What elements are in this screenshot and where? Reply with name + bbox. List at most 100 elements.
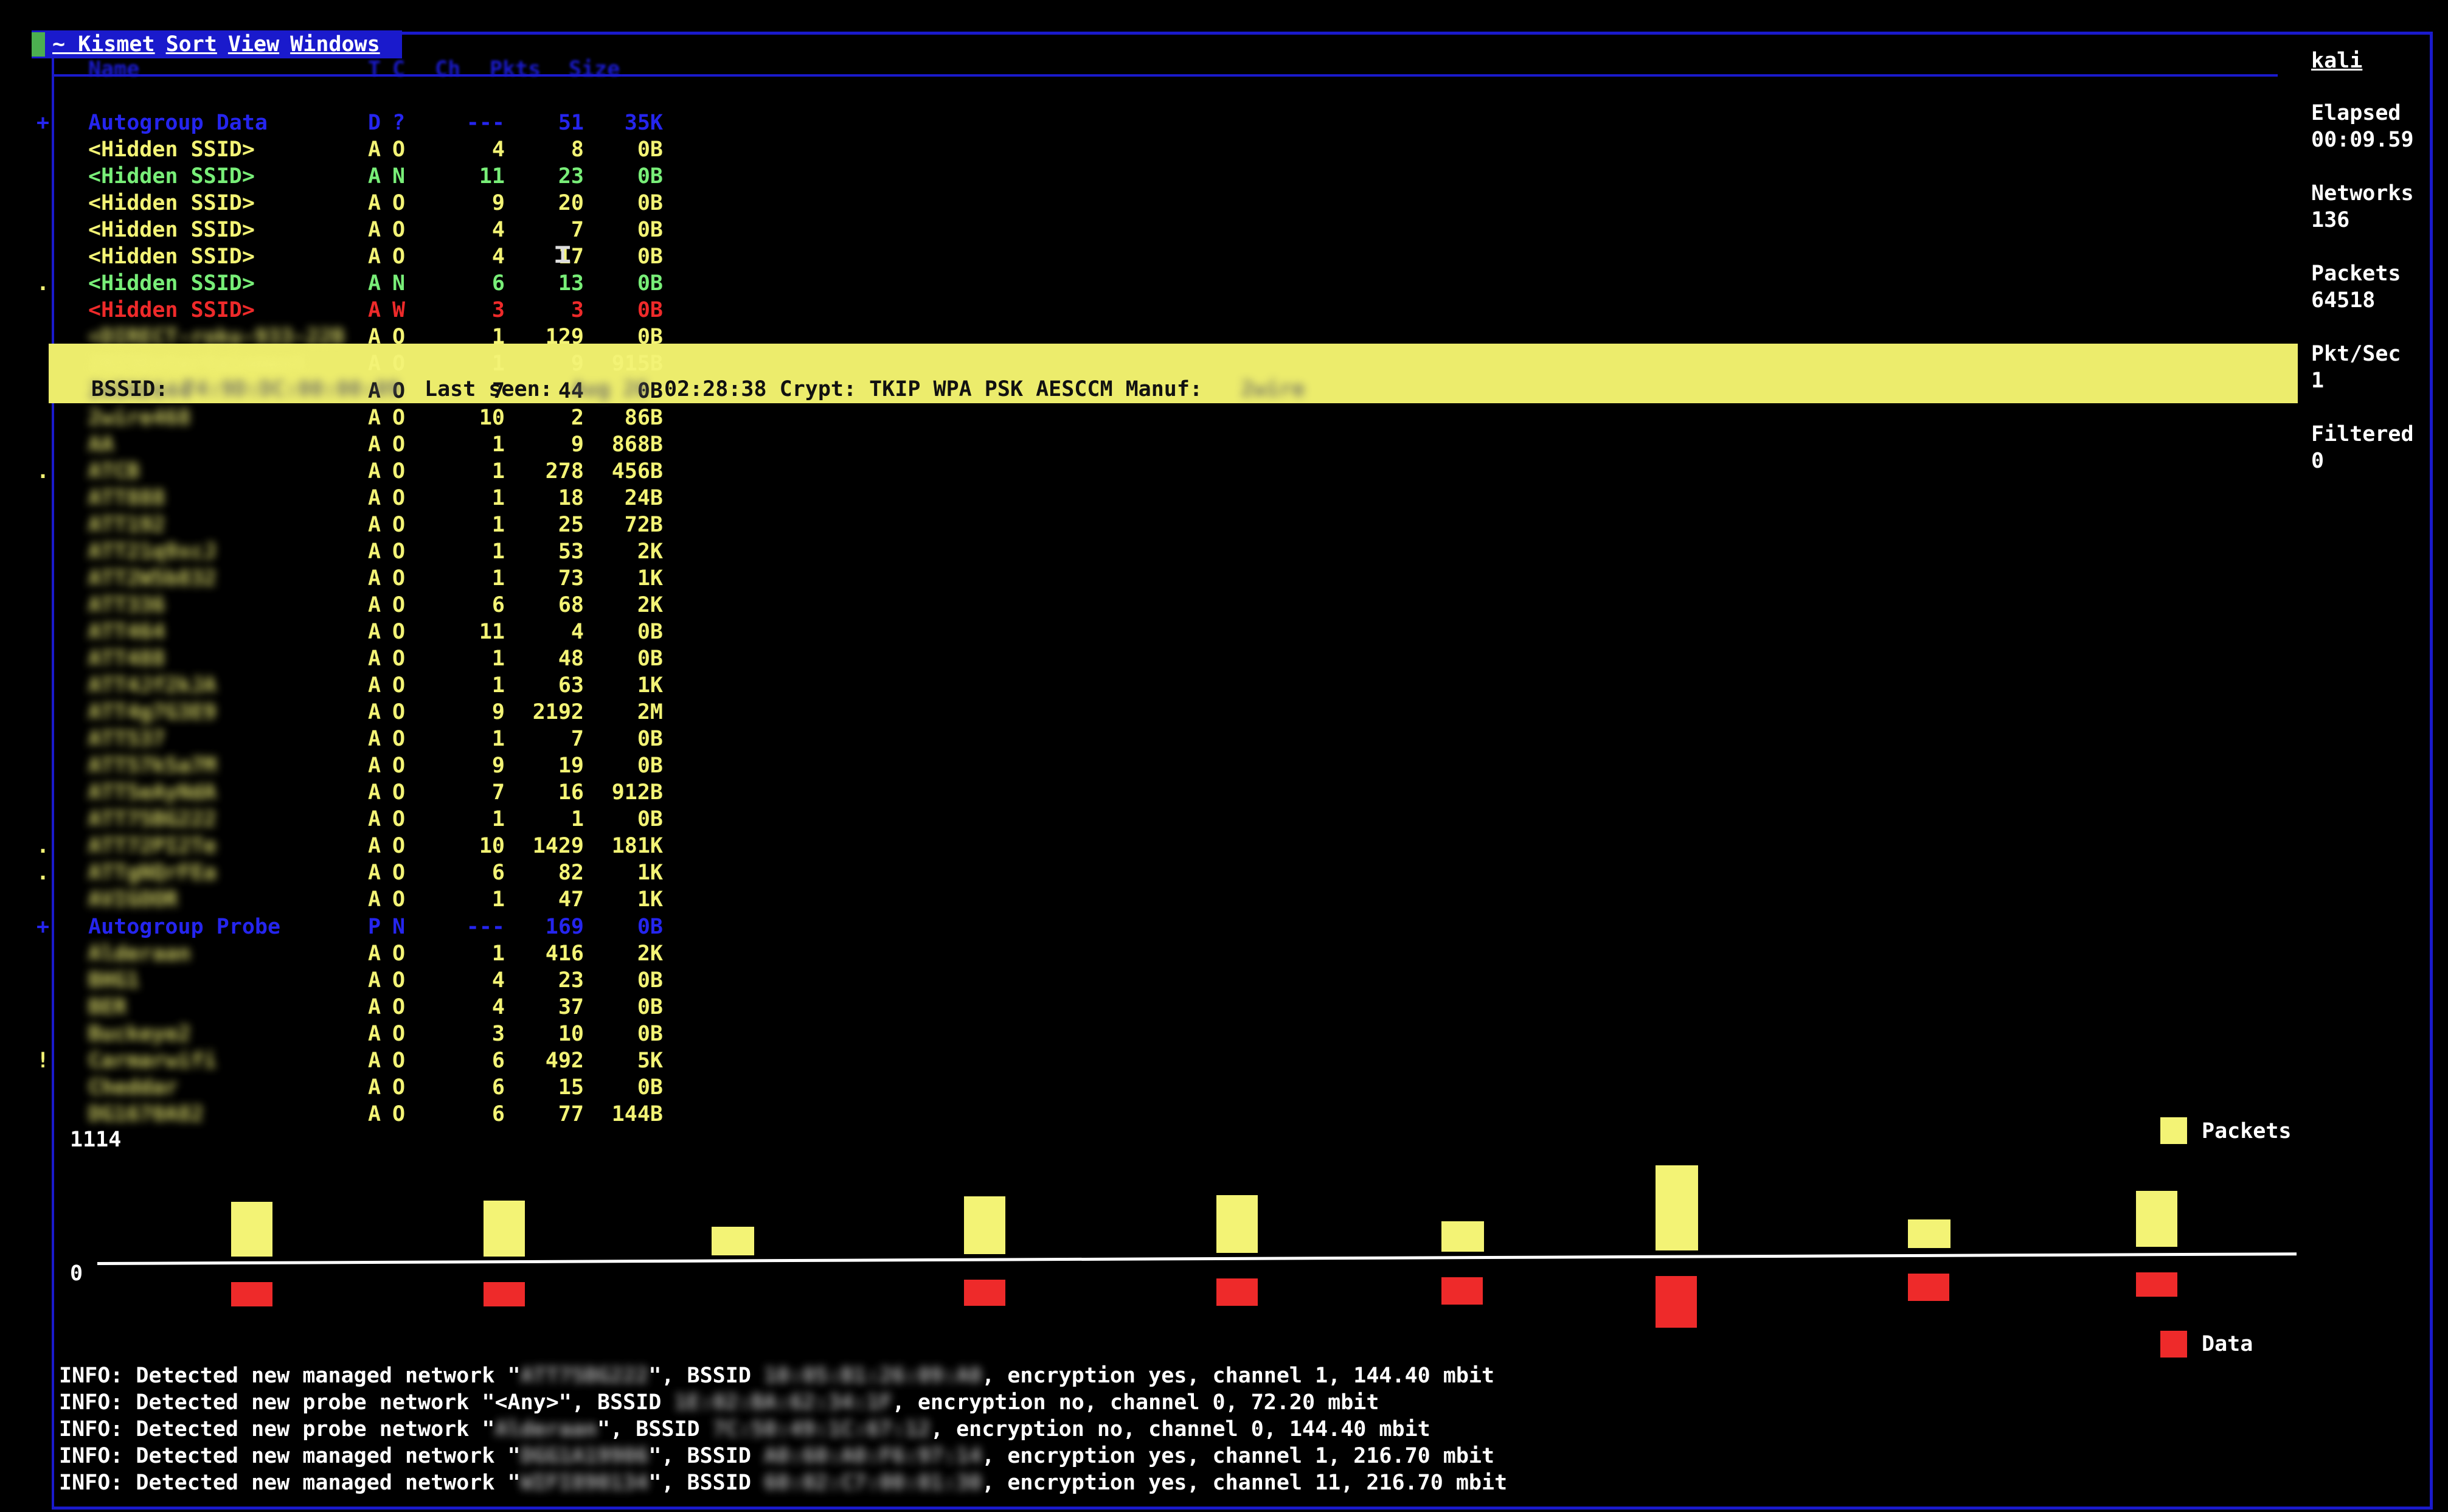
network-packets: 9 [570, 352, 584, 376]
network-type: A [368, 807, 381, 832]
network-row[interactable]: ATT57k5a7M A O 9 19 0B [36, 752, 663, 779]
network-row[interactable]: ATT537 A O 1 7 0B [36, 726, 663, 752]
data-bar [231, 1282, 272, 1306]
network-row[interactable]: ATT336 A O 6 68 2K [36, 592, 663, 619]
graph-max-label: 1114 [70, 1128, 122, 1152]
network-crypt: O [392, 459, 406, 484]
col-packets[interactable]: Pkts [490, 56, 541, 83]
info-suffix: , encryption yes, channel 1, 144.40 mbit [982, 1364, 1495, 1388]
network-row[interactable]: <Hidden SSID> A O 9 20 0B [36, 190, 663, 217]
network-row[interactable]: AVIGOOR A O 1 47 1K [36, 886, 663, 913]
network-channel: 1 [491, 941, 505, 966]
info-ssid: Alderaan [494, 1417, 598, 1441]
col-size[interactable]: Size [569, 56, 620, 83]
menu-kismet[interactable]: ~ Kismet [52, 31, 155, 58]
network-packets: 1 [570, 807, 584, 832]
network-row[interactable]: ATT488 A O 1 48 0B [36, 645, 663, 672]
info-suffix: , encryption no, channel 0, 72.20 mbit [892, 1390, 1379, 1415]
network-row[interactable]: ATT4Jf2kJA A O 1 63 1K [36, 672, 663, 699]
network-row[interactable]: Cheddar A O 6 15 0B [36, 1074, 663, 1101]
legend-packets-label: Packets [2202, 1119, 2292, 1143]
network-row[interactable]: ! Carmarwifi A O 6 492 5K [36, 1047, 663, 1074]
menu-sort[interactable]: Sort [166, 31, 217, 58]
network-size: 0B [637, 754, 663, 779]
network-row[interactable]: BHG1 A O 4 23 0B [36, 967, 663, 994]
network-type: A [368, 861, 381, 886]
network-row[interactable]: ATT5eAyNdA A O 7 16 912B [36, 779, 663, 806]
graph-zero-label: 0 [70, 1261, 83, 1286]
network-packets: 4 [570, 619, 584, 644]
network-packets: 37 [558, 994, 584, 1019]
network-row[interactable]: <Hidden SSID> A O 4 8 0B [36, 136, 663, 163]
info-prefix: INFO: Detected new probe network "<Any>"… [59, 1390, 674, 1415]
network-row[interactable]: . ATTgNQrFEa A O 6 82 1K [36, 859, 663, 886]
network-type: A [368, 352, 381, 376]
network-row[interactable]: ATT464 A O 11 4 0B [36, 619, 663, 645]
network-row[interactable]: ATT4g7G3E9 A O 9 2192 2M [36, 699, 663, 726]
menu-windows[interactable]: Windows [290, 31, 380, 58]
network-size: 2M [637, 700, 663, 725]
network-row[interactable]: + Autogroup Data D? --- 51 35K [36, 109, 663, 136]
menu-view[interactable]: View [228, 31, 279, 58]
network-crypt: O [392, 566, 406, 591]
network-type: A [368, 432, 381, 457]
network-row[interactable]: ATT75BG222 A O 1 1 0B [36, 806, 663, 833]
data-bar [1656, 1276, 1697, 1328]
network-packets: 3 [570, 298, 584, 323]
network-crypt: W [392, 298, 406, 323]
network-name: <Hidden SSID> [88, 164, 255, 189]
legend-packets-swatch [2160, 1117, 2187, 1144]
network-channel: 1 [491, 807, 505, 832]
network-name: <Hidden SSID> [88, 244, 255, 269]
sidebar-filtered: Filtered 0 [2311, 421, 2414, 474]
info-suffix: , encryption yes, channel 11, 216.70 mbi… [982, 1471, 1508, 1495]
network-channel: 11 [479, 619, 505, 644]
network-row[interactable]: + Autogroup Probe P N --- 169 0B [36, 914, 663, 940]
network-name: ATT537 [88, 727, 165, 752]
sidebar-hostname: kali [2311, 49, 2363, 73]
network-size: 144B [611, 1101, 663, 1126]
networks-label: Networks [2311, 181, 2414, 206]
network-row[interactable]: <Hidden SSID> A W 3 3 0B [36, 297, 663, 324]
network-row[interactable]: 2wire468 A O 10 2 86B [36, 404, 663, 431]
network-channel: 6 [491, 271, 505, 296]
network-channel: 4 [491, 244, 505, 269]
network-row[interactable]: <DIRECT-roku-933-22B A O 1 129 0B [36, 324, 663, 350]
network-crypt: N [392, 164, 406, 189]
network-row[interactable]: AA A O 1 9 868B [36, 431, 663, 458]
info-bssid: 1E:02:BA:62:34:1F [674, 1390, 892, 1415]
row-marker: . [36, 271, 50, 296]
network-packets: 48 [558, 647, 584, 671]
detail-manuf: 2wire [1241, 377, 1305, 401]
network-row[interactable]: 2023Entertainment A O 1 9 915B [36, 350, 663, 377]
network-row[interactable]: ATT192 A O 1 25 72B [36, 512, 663, 538]
network-crypt: O [392, 861, 406, 886]
network-row[interactable]: <Hidden SSID> A O 4 17 0B [36, 243, 663, 270]
legend-data-label: Data [2202, 1332, 2253, 1356]
network-row[interactable]: . ATCB A O 1 278 456B [36, 458, 663, 485]
packets-value: 64518 [2311, 288, 2376, 313]
network-row[interactable]: DG1670A82 A O 6 77 144B [36, 1101, 663, 1128]
network-row[interactable]: BER A O 4 37 0B [36, 994, 663, 1021]
network-row[interactable]: ATT888 A O 1 18 24B [36, 485, 663, 512]
network-size: 86B [624, 405, 663, 430]
network-row[interactable]: ATT21q9xcJ A O 1 53 2K [36, 538, 663, 565]
network-row[interactable]: Buckeye2 A O 3 10 0B [36, 1021, 663, 1047]
network-row[interactable]: <Hidden SSID> A O 4 7 0B [36, 217, 663, 243]
network-row[interactable]: . <Hidden SSID> A N 6 13 0B [36, 270, 663, 297]
col-crypt[interactable]: C [392, 56, 405, 83]
network-crypt: O [392, 352, 406, 376]
network-row[interactable]: Alderaan A O 1 416 2K [36, 940, 663, 967]
network-row[interactable]: ATT2W5b832 A O 1 73 1K [36, 565, 663, 592]
network-size: 0B [637, 914, 663, 939]
network-row[interactable]: <Hidden SSID> A N 11 23 0B [36, 163, 663, 190]
info-mid: ", BSSID [648, 1364, 764, 1388]
packets-bar [1908, 1219, 1950, 1248]
col-type[interactable]: T [368, 56, 381, 83]
col-channel[interactable]: Ch [435, 56, 460, 83]
network-row[interactable]: . ATT72PI2Te A O 10 1429 181K [36, 833, 663, 859]
network-type: A [368, 700, 381, 725]
col-name[interactable]: Name [88, 56, 139, 83]
network-type: A [368, 566, 381, 591]
network-size: 0B [637, 298, 663, 323]
